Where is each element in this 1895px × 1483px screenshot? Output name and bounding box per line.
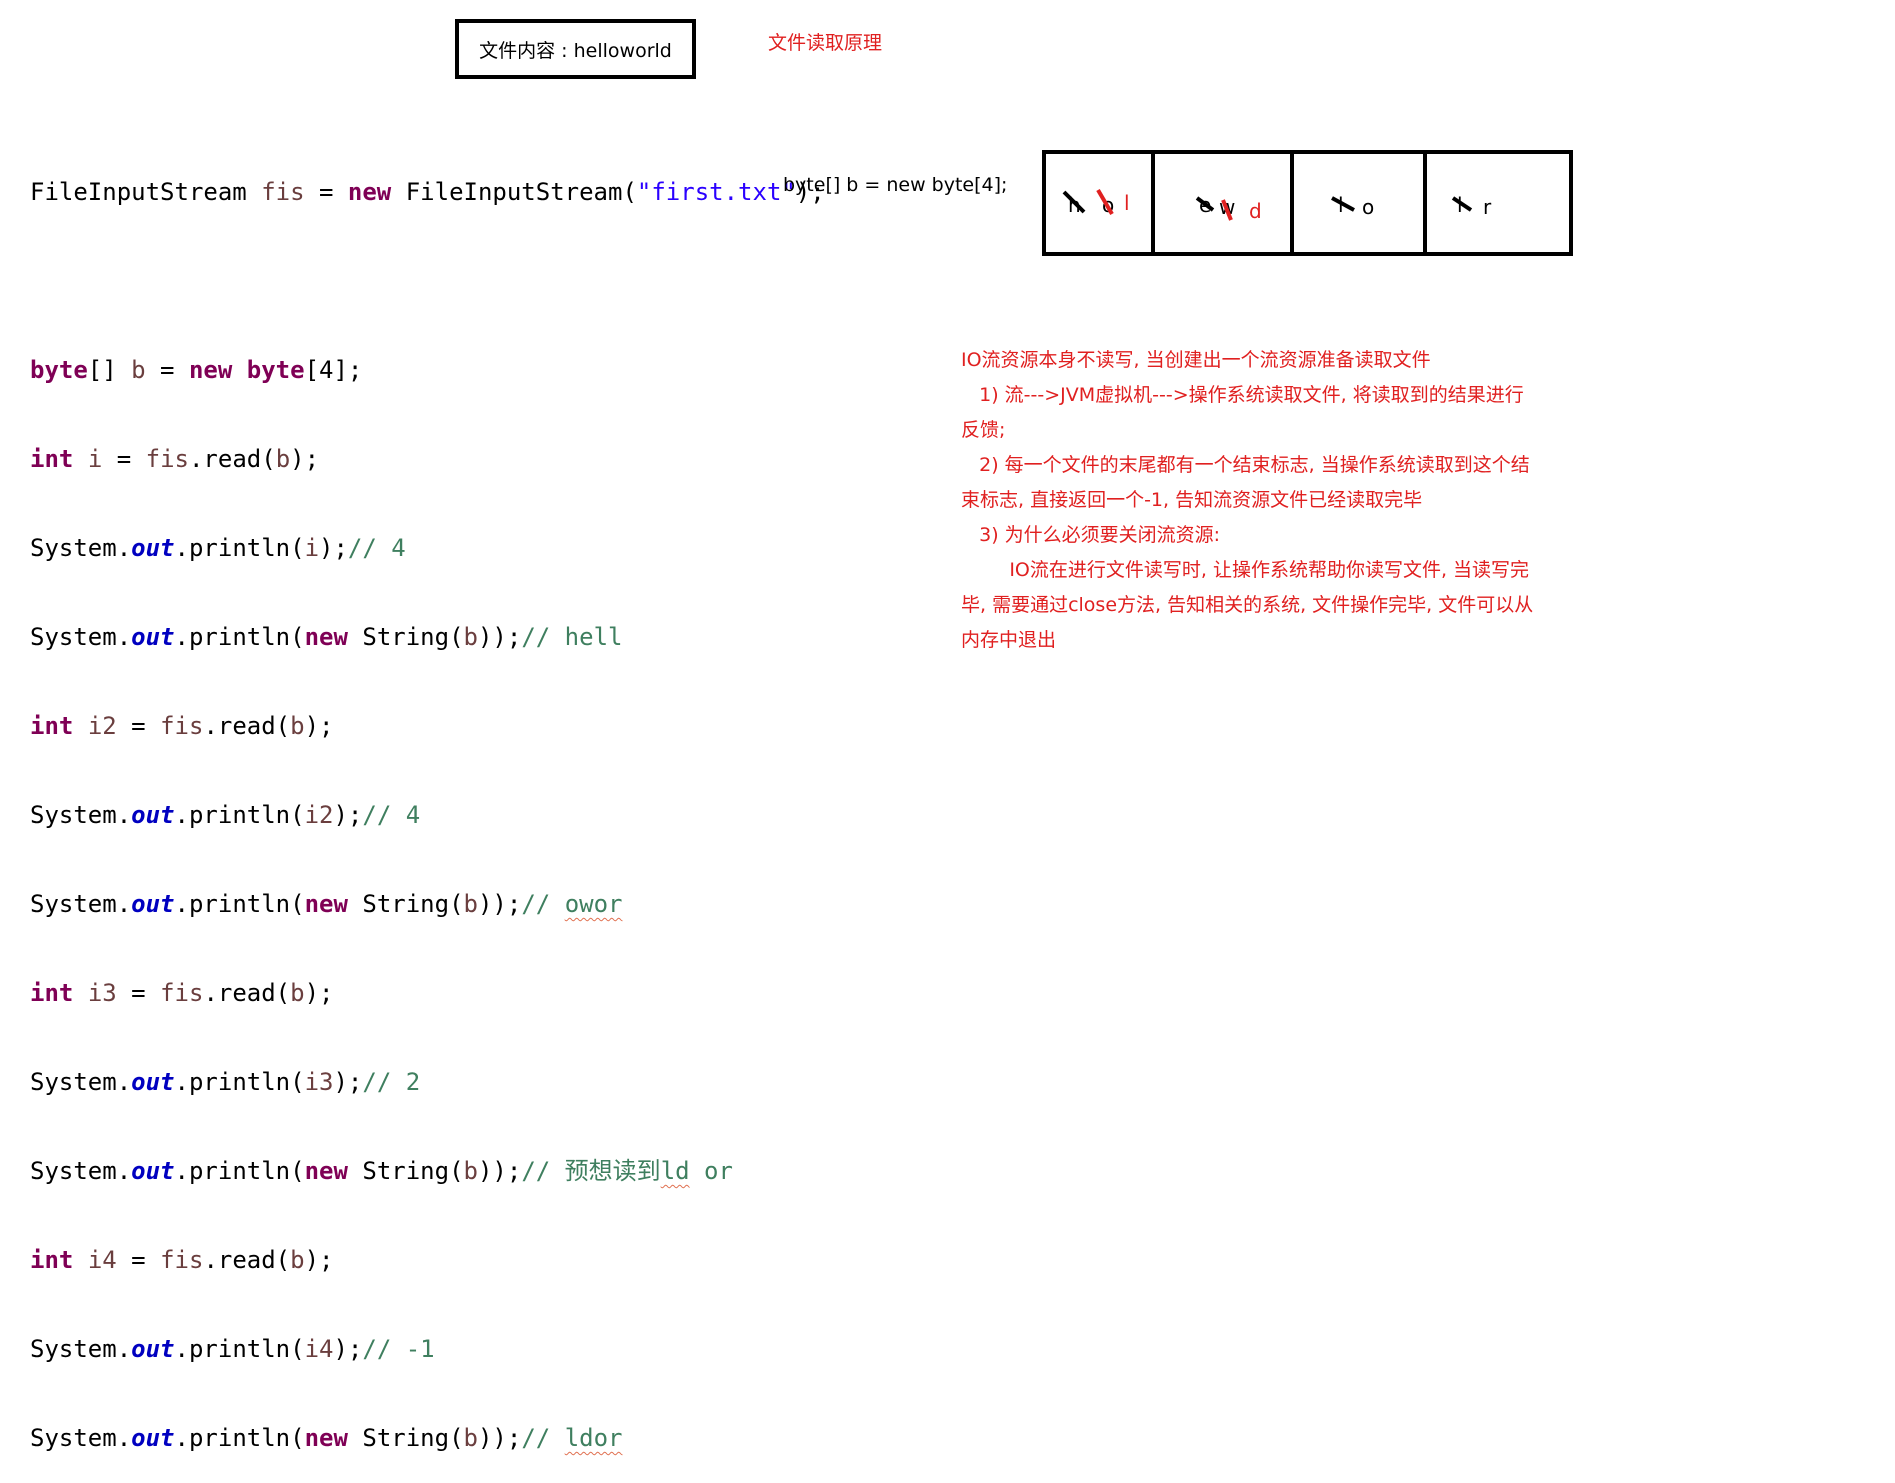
code-line: System.out.println(new String(b));// owo… [30, 890, 623, 918]
code-line: System.out.println(new String(b));// ldo… [30, 1424, 623, 1452]
code-line: System.out.println(i4);// -1 [30, 1335, 435, 1363]
code-line: int i3 = fis.read(b); [30, 979, 334, 1007]
code-line: System.out.println(i2);// 4 [30, 801, 421, 829]
code-line: FileInputStream fis = new FileInputStrea… [30, 178, 825, 206]
code-line: System.out.println(new String(b));// 预想读… [30, 1157, 733, 1185]
code-line: System.out.println(new String(b));// hel… [30, 623, 623, 651]
code-line: System.out.println(i3);// 2 [30, 1068, 421, 1096]
note-line: 1) 流--->JVM虚拟机--->操作系统读取文件, 将读取到的结果进行反馈; [961, 384, 1524, 441]
code-line: int i4 = fis.read(b); [30, 1246, 334, 1274]
byte-array-label: byte[] b = new byte[4]; [783, 174, 1008, 196]
byte-cell-1: e w d [1155, 154, 1295, 252]
file-content-box: 文件内容 : helloworld [455, 19, 696, 79]
note-line: 3) 为什么必须要关闭流资源: [961, 524, 1221, 546]
note-line: IO流在进行文件读写时, 让操作系统帮助你读写文件, 当读写完毕, 需要通过cl… [961, 559, 1534, 651]
byte-array: h o l e w d l o l r [1042, 150, 1573, 256]
code-line: System.out.println(i);// 4 [30, 534, 406, 562]
code-line: byte[] b = new byte[4]; [30, 356, 363, 384]
note-line: IO流资源本身不读写, 当创建出一个流资源准备读取文件 [961, 349, 1431, 371]
byte-cell-0: h o l [1046, 154, 1156, 252]
byte-cell-2: l o [1294, 154, 1428, 252]
byte-cell-3: l r [1427, 154, 1569, 252]
code-block: FileInputStream fis = new FileInputStrea… [30, 120, 825, 1483]
current-letter: r [1483, 195, 1492, 219]
code-line: int i2 = fis.read(b); [30, 712, 334, 740]
file-content-text: 文件内容 : helloworld [479, 39, 672, 62]
diagram-heading: 文件读取原理 [768, 32, 883, 54]
explanation-notes: IO流资源本身不读写, 当创建出一个流资源准备读取文件 1) 流--->JVM虚… [961, 343, 1541, 658]
current-letter: l [1124, 191, 1130, 215]
code-line: int i = fis.read(b); [30, 445, 320, 473]
note-line: 2) 每一个文件的末尾都有一个结束标志, 当操作系统读取到这个结束标志, 直接返… [961, 454, 1530, 511]
current-letter: o [1362, 195, 1374, 219]
current-letter: d [1249, 199, 1262, 223]
